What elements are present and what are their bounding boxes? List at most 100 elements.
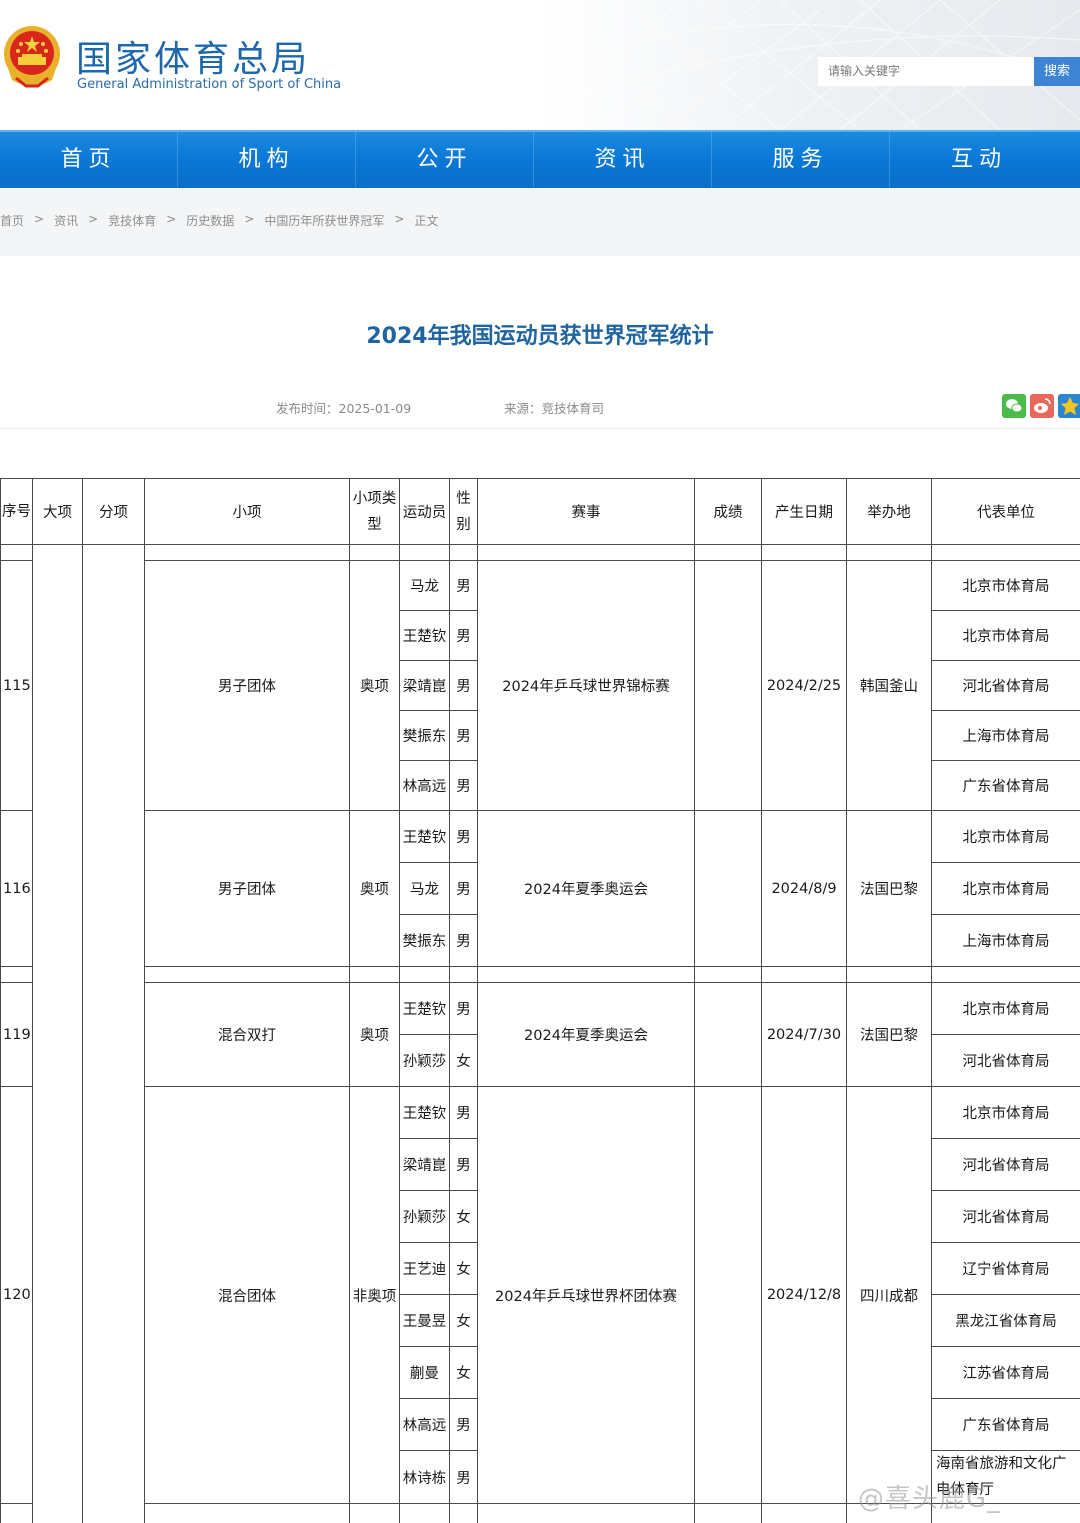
item-type-cell: 奥项 bbox=[349, 810, 400, 967]
nav-interaction[interactable]: 互动 bbox=[890, 132, 1068, 188]
breadcrumb-separator: > bbox=[34, 212, 45, 226]
empty-cell bbox=[694, 1503, 762, 1523]
search-button[interactable]: 搜索 bbox=[1034, 57, 1080, 86]
athlete-cell: 梁靖崑 bbox=[399, 1138, 450, 1191]
unit-cell: 上海市体育局 bbox=[931, 710, 1080, 761]
sex-cell: 女 bbox=[449, 1034, 478, 1087]
unit-cell: 北京市体育局 bbox=[931, 560, 1080, 611]
nav-home[interactable]: 首页 bbox=[0, 132, 178, 188]
empty-cell bbox=[761, 1503, 847, 1523]
empty-cell bbox=[477, 1503, 695, 1523]
sex-cell: 男 bbox=[449, 560, 478, 611]
empty-cell bbox=[449, 544, 478, 561]
empty-cell bbox=[761, 966, 847, 983]
breadcrumb-item[interactable]: 竞技体育 bbox=[108, 212, 156, 229]
sub-category-cell bbox=[82, 544, 145, 1523]
breadcrumb: 首页 > 资讯 > 竞技体育 > 历史数据 > 中国历年所获世界冠军 > 正文 bbox=[0, 212, 448, 229]
athlete-cell: 梁靖崑 bbox=[399, 660, 450, 711]
sex-cell: 女 bbox=[449, 1242, 478, 1295]
item-cell: 男子团体 bbox=[144, 560, 350, 811]
date-cell: 2024/8/9 bbox=[761, 810, 847, 967]
sex-cell: 女 bbox=[449, 1346, 478, 1399]
share-wechat-button[interactable] bbox=[1002, 394, 1026, 418]
location-cell: 法国巴黎 bbox=[846, 810, 932, 967]
unit-cell: 辽宁省体育局 bbox=[931, 1242, 1080, 1295]
empty-cell bbox=[846, 544, 932, 561]
sex-cell: 男 bbox=[449, 810, 478, 863]
table-row: 119 混合双打 奥项 王楚钦男 2024年夏季奥运会 2024/7/30 法国巴黎 北京市体… bbox=[0, 982, 1080, 1087]
empty-cell bbox=[399, 966, 450, 983]
empty-cell bbox=[931, 1503, 1080, 1523]
unit-cell: 北京市体育局 bbox=[931, 862, 1080, 915]
header-event: 赛事 bbox=[477, 478, 695, 545]
header-athlete: 运动员 bbox=[399, 478, 450, 545]
result-cell bbox=[694, 560, 762, 811]
breadcrumb-item[interactable]: 历史数据 bbox=[186, 212, 234, 229]
breadcrumb-item[interactable]: 中国历年所获世界冠军 bbox=[264, 212, 384, 229]
nav-services[interactable]: 服务 bbox=[712, 132, 890, 188]
site-logo-subtitle: General Administration of Sport of China bbox=[77, 77, 342, 92]
nav-public[interactable]: 公开 bbox=[356, 132, 534, 188]
header-date: 产生日期 bbox=[761, 478, 847, 545]
seq-cell: 119 bbox=[0, 982, 33, 1087]
sex-cell: 女 bbox=[449, 1190, 478, 1243]
athlete-cell: 王楚钦 bbox=[399, 610, 450, 661]
sex-cell: 男 bbox=[449, 862, 478, 915]
unit-cell: 广东省体育局 bbox=[931, 1398, 1080, 1451]
unit-cell: 北京市体育局 bbox=[931, 810, 1080, 863]
header-item: 小项 bbox=[144, 478, 350, 545]
unit-cell: 江苏省体育局 bbox=[931, 1346, 1080, 1399]
big-category-cell bbox=[32, 544, 83, 1523]
empty-cell bbox=[449, 966, 478, 983]
share-qzone-button[interactable] bbox=[1058, 394, 1080, 418]
header-seq: 序号 bbox=[0, 478, 33, 545]
breadcrumb-item[interactable]: 资讯 bbox=[54, 212, 78, 229]
header-sub: 分项 bbox=[82, 478, 145, 545]
empty-cell bbox=[399, 1503, 450, 1523]
breadcrumb-item[interactable]: 首页 bbox=[0, 212, 24, 229]
empty-cell bbox=[477, 544, 695, 561]
empty-cell bbox=[931, 966, 1080, 983]
unit-cell: 广东省体育局 bbox=[931, 760, 1080, 811]
nav-news[interactable]: 资讯 bbox=[534, 132, 712, 188]
wechat-icon bbox=[1006, 399, 1023, 413]
location-cell: 法国巴黎 bbox=[846, 982, 932, 1087]
breadcrumb-separator: > bbox=[244, 212, 255, 226]
athlete-cell: 林高远 bbox=[399, 760, 450, 811]
event-cell: 2024年夏季奥运会 bbox=[477, 982, 695, 1087]
item-cell: 男子团体 bbox=[144, 810, 350, 967]
header-location: 举办地 bbox=[846, 478, 932, 545]
site-logo-title[interactable]: 国家体育总局 bbox=[76, 30, 310, 82]
location-cell: 四川成都 bbox=[846, 1086, 932, 1504]
unit-cell: 上海市体育局 bbox=[931, 914, 1080, 967]
item-type-cell: 奥项 bbox=[349, 560, 400, 811]
sex-cell: 男 bbox=[449, 1450, 478, 1504]
empty-cell bbox=[399, 544, 450, 561]
unit-cell: 北京市体育局 bbox=[931, 982, 1080, 1035]
table-header-row: 序号 大项 分项 小项 小项类型 运动员 性别 赛事 成绩 产生日期 举办地 代… bbox=[0, 478, 1080, 545]
athlete-cell: 樊振东 bbox=[399, 914, 450, 967]
athlete-cell: 马龙 bbox=[399, 862, 450, 915]
empty-cell bbox=[694, 544, 762, 561]
athlete-cell: 蒯曼 bbox=[399, 1346, 450, 1399]
empty-cell bbox=[694, 966, 762, 983]
result-cell bbox=[694, 982, 762, 1087]
table-row bbox=[0, 1503, 1080, 1523]
result-cell bbox=[694, 810, 762, 967]
breadcrumb-separator: > bbox=[166, 212, 177, 226]
athlete-cell: 王艺迪 bbox=[399, 1242, 450, 1295]
athlete-cell: 王楚钦 bbox=[399, 982, 450, 1035]
unit-cell: 河北省体育局 bbox=[931, 660, 1080, 711]
header-type: 小项类型 bbox=[349, 478, 400, 545]
date-cell: 2024/2/25 bbox=[761, 560, 847, 811]
spacer-row bbox=[0, 966, 1080, 983]
empty-cell bbox=[349, 1503, 400, 1523]
empty-cell bbox=[846, 1503, 932, 1523]
champions-table: 序号 大项 分项 小项 小项类型 运动员 性别 赛事 成绩 产生日期 举办地 代… bbox=[0, 478, 1080, 1523]
athlete-cell: 林诗栋 bbox=[399, 1450, 450, 1504]
share-weibo-button[interactable] bbox=[1030, 394, 1054, 418]
search-input[interactable]: 请输入关键字 bbox=[818, 57, 1034, 86]
nav-institutions[interactable]: 机构 bbox=[178, 132, 356, 188]
item-type-cell: 奥项 bbox=[349, 982, 400, 1087]
athlete-cell: 马龙 bbox=[399, 560, 450, 611]
